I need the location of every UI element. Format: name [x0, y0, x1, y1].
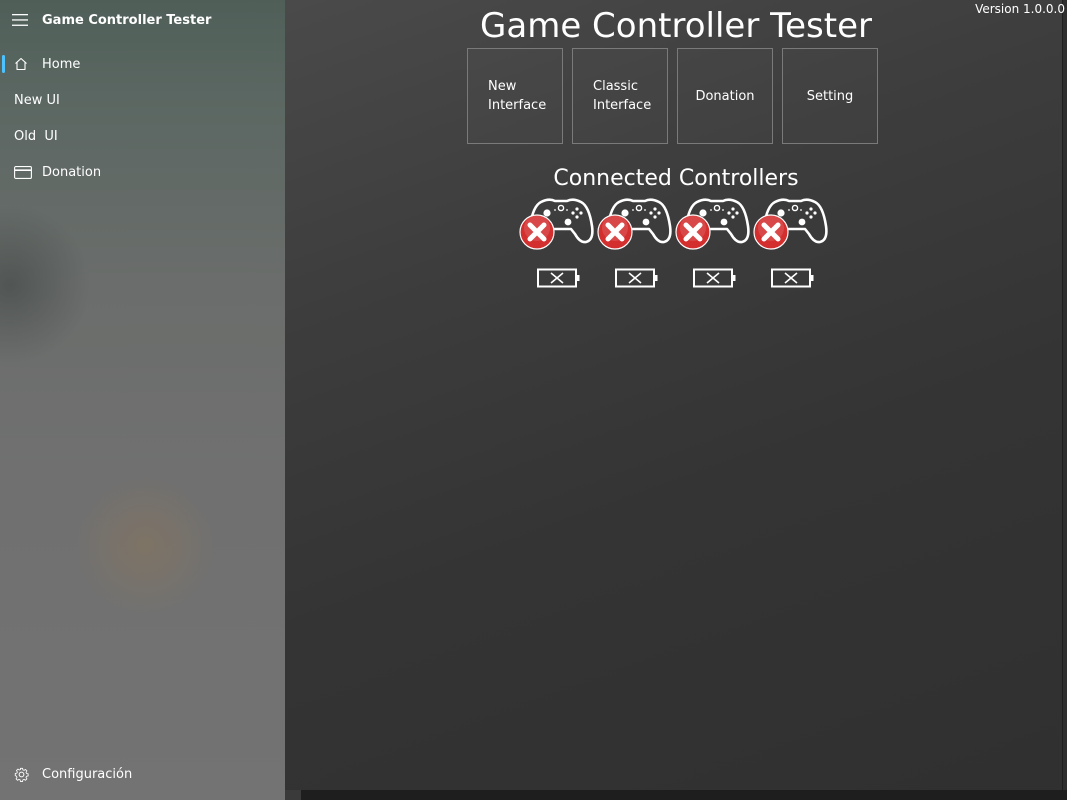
navigation-pane: Game Controller Tester Home New UI Old U… [0, 0, 285, 800]
nav-label-home: Home [42, 56, 81, 72]
action-buttons: New Interface Classic Interface Donation… [467, 48, 878, 144]
controller-slot [753, 196, 828, 292]
card-icon [0, 165, 42, 179]
battery-empty-icon [771, 268, 815, 292]
setting-label: Setting [806, 88, 854, 104]
new-interface-button[interactable]: New Interface [467, 48, 563, 144]
donation-label: Donation [695, 88, 755, 104]
nav-label-settings: Configuración [42, 766, 133, 782]
nav-list: Home New UI Old UI Donation [0, 46, 285, 190]
app-title: Game Controller Tester [42, 12, 212, 28]
horizontal-scrollbar[interactable] [285, 790, 1067, 800]
battery-empty-icon [537, 268, 581, 292]
setting-button[interactable]: Setting [782, 48, 878, 144]
nav-header: Game Controller Tester [0, 0, 285, 40]
classic-interface-label: Classic Interface [593, 79, 652, 113]
new-interface-label: New Interface [488, 79, 547, 113]
scrollbar-thumb[interactable] [285, 790, 301, 800]
controller-slot [675, 196, 750, 292]
nav-item-settings[interactable]: Configuración [0, 756, 285, 792]
disconnected-icon [519, 214, 555, 254]
donation-button[interactable]: Donation [677, 48, 773, 144]
nav-label-old-ui: Old UI [14, 128, 58, 144]
disconnected-icon [675, 214, 711, 254]
nav-label-donation: Donation [42, 164, 102, 180]
page-title: Game Controller Tester [480, 6, 872, 46]
app-window: Game Controller Tester Home New UI Old U… [0, 0, 1067, 800]
nav-label-new-ui: New UI [14, 92, 60, 108]
classic-interface-button[interactable]: Classic Interface [572, 48, 668, 144]
connected-controllers-title: Connected Controllers [553, 166, 799, 191]
version-label: Version 1.0.0.0 [975, 2, 1065, 16]
nav-item-new-ui[interactable]: New UI [0, 82, 285, 118]
nav-item-home[interactable]: Home [0, 46, 285, 82]
controller-list [519, 196, 828, 292]
hamburger-icon[interactable] [0, 0, 40, 40]
controller-slot [597, 196, 672, 292]
home-icon [0, 57, 42, 71]
disconnected-icon [753, 214, 789, 254]
controller-slot [519, 196, 594, 292]
content-area: Game Controller Tester New Interface Cla… [285, 0, 1063, 790]
nav-item-donation[interactable]: Donation [0, 154, 285, 190]
disconnected-icon [597, 214, 633, 254]
battery-empty-icon [615, 268, 659, 292]
battery-empty-icon [693, 268, 737, 292]
nav-item-old-ui[interactable]: Old UI [0, 118, 285, 154]
gear-icon [0, 767, 42, 782]
